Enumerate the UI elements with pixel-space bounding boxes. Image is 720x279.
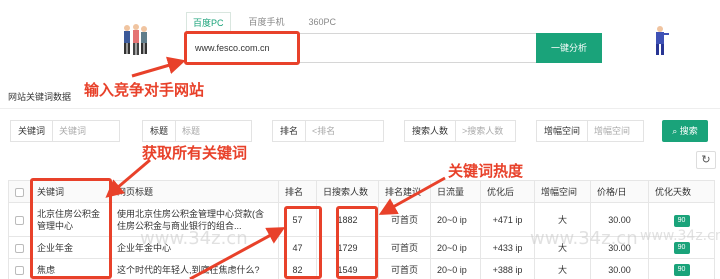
arrow-to-keyword-column bbox=[105, 158, 151, 198]
arrow-to-search-column bbox=[378, 176, 446, 215]
arrow-to-url-input bbox=[131, 56, 186, 78]
annotation-arrows bbox=[105, 56, 446, 279]
arrow-to-rank-column bbox=[189, 227, 286, 279]
